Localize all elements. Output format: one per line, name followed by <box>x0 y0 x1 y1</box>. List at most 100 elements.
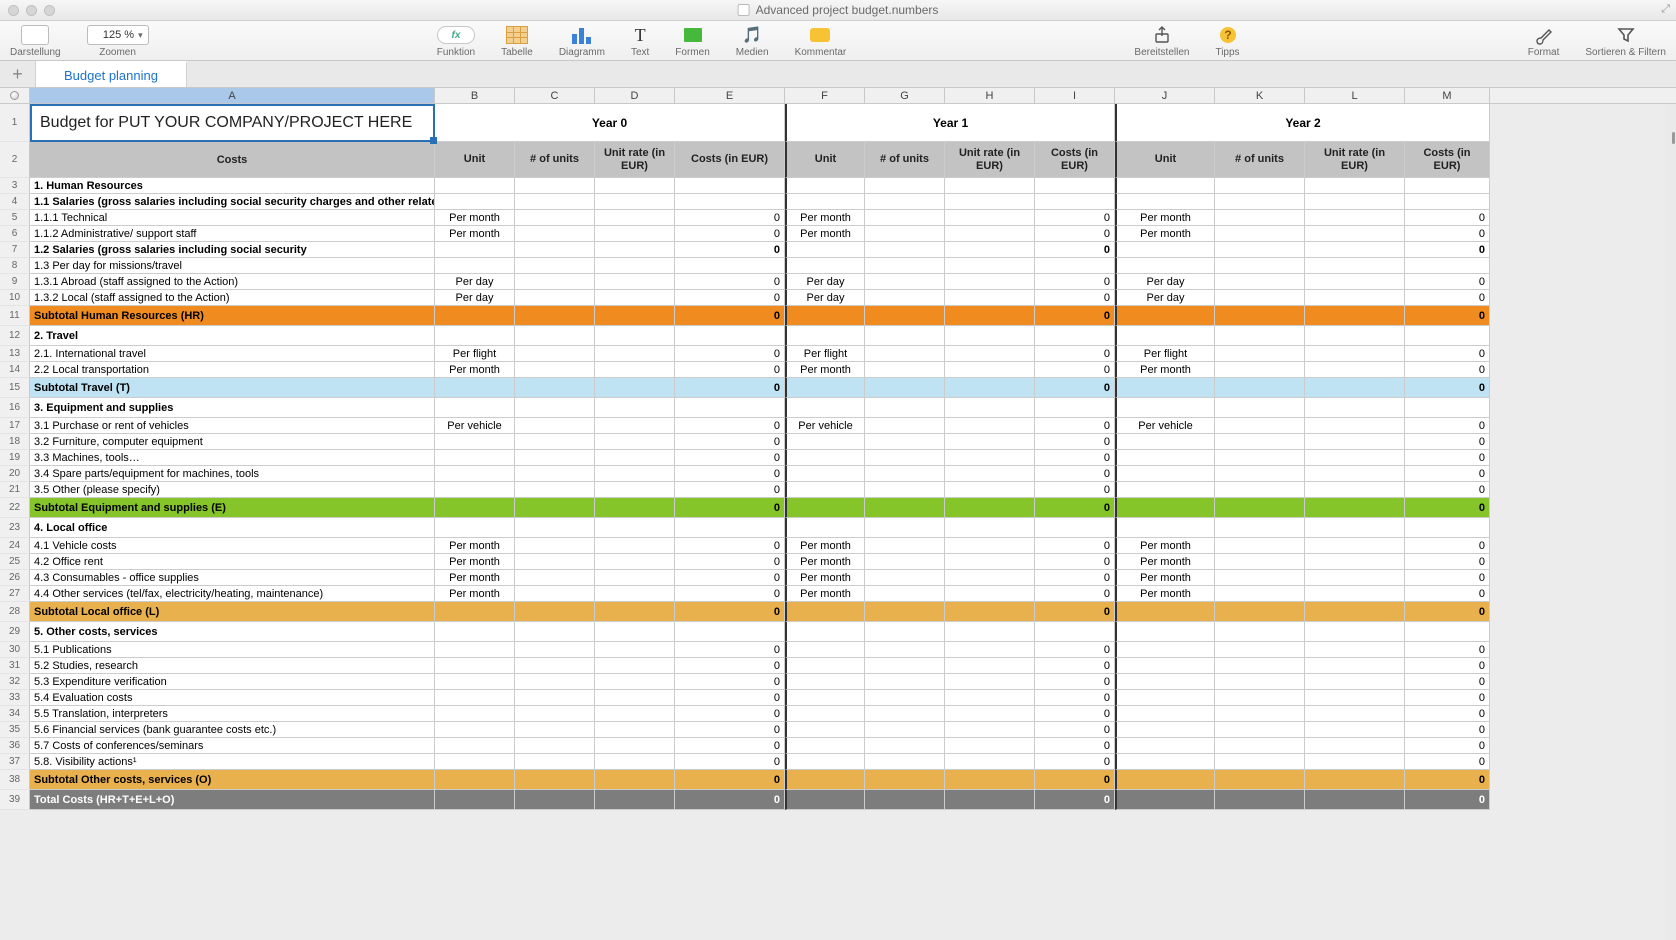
cell[interactable] <box>945 194 1035 210</box>
cell[interactable]: 0 <box>675 538 785 554</box>
cell[interactable] <box>1115 754 1215 770</box>
cell[interactable]: 0 <box>1035 210 1115 226</box>
cell[interactable] <box>1115 518 1215 538</box>
cell[interactable] <box>785 690 865 706</box>
cell[interactable] <box>1115 306 1215 326</box>
cell[interactable]: Per day <box>1115 290 1215 306</box>
row-header[interactable]: 5 <box>0 210 30 226</box>
cell[interactable]: 0 <box>1405 770 1490 790</box>
cell[interactable] <box>1115 258 1215 274</box>
cell[interactable]: 0 <box>1035 602 1115 622</box>
cell[interactable] <box>1215 482 1305 498</box>
cell[interactable] <box>595 346 675 362</box>
cell[interactable] <box>595 498 675 518</box>
row-header[interactable]: 34 <box>0 706 30 722</box>
cell[interactable] <box>785 378 865 398</box>
cell[interactable] <box>865 290 945 306</box>
cell[interactable]: 0 <box>675 790 785 810</box>
cell[interactable] <box>1115 450 1215 466</box>
cell[interactable] <box>1305 194 1405 210</box>
row-header[interactable]: 23 <box>0 518 30 538</box>
sort-filter-button[interactable]: Sortieren & Filtern <box>1585 24 1666 58</box>
cell[interactable] <box>595 690 675 706</box>
cell[interactable]: 0 <box>675 754 785 770</box>
cell[interactable] <box>945 242 1035 258</box>
cell[interactable] <box>1115 642 1215 658</box>
cell[interactable]: 0 <box>1035 554 1115 570</box>
cell[interactable]: 0 <box>1405 418 1490 434</box>
cell[interactable]: Per vehicle <box>435 418 515 434</box>
cell[interactable] <box>595 622 675 642</box>
cell[interactable]: 0 <box>675 570 785 586</box>
row-header[interactable]: 19 <box>0 450 30 466</box>
cell[interactable]: Total Costs (HR+T+E+L+O) <box>30 790 435 810</box>
cell[interactable] <box>865 306 945 326</box>
cell[interactable] <box>945 306 1035 326</box>
cell[interactable]: Per month <box>785 586 865 602</box>
cell[interactable] <box>865 326 945 346</box>
cell[interactable]: Per month <box>785 538 865 554</box>
scroll-handle-icon[interactable] <box>1672 132 1675 144</box>
cell[interactable] <box>435 690 515 706</box>
cell[interactable] <box>515 398 595 418</box>
cell[interactable] <box>945 434 1035 450</box>
cell[interactable] <box>595 738 675 754</box>
zoom-window-icon[interactable] <box>44 5 55 16</box>
row-header[interactable]: 33 <box>0 690 30 706</box>
row-header[interactable]: 27 <box>0 586 30 602</box>
cell[interactable] <box>595 658 675 674</box>
cell[interactable] <box>865 570 945 586</box>
cell[interactable]: 0 <box>1035 434 1115 450</box>
cell[interactable] <box>435 242 515 258</box>
cell[interactable]: 0 <box>675 770 785 790</box>
cell[interactable] <box>1215 242 1305 258</box>
cell[interactable] <box>515 570 595 586</box>
cell[interactable]: 0 <box>1405 226 1490 242</box>
cell[interactable] <box>675 622 785 642</box>
cell[interactable]: Per month <box>785 362 865 378</box>
column-header-I[interactable]: I <box>1035 88 1115 103</box>
cell[interactable] <box>515 242 595 258</box>
cell[interactable]: 0 <box>1035 770 1115 790</box>
cell[interactable] <box>515 418 595 434</box>
cell[interactable]: 0 <box>1405 658 1490 674</box>
cell[interactable] <box>515 586 595 602</box>
cell[interactable] <box>945 450 1035 466</box>
cell[interactable] <box>595 178 675 194</box>
cell[interactable]: 0 <box>675 690 785 706</box>
cell[interactable] <box>435 378 515 398</box>
cell[interactable]: Per day <box>435 274 515 290</box>
cell[interactable]: 0 <box>1405 722 1490 738</box>
cell[interactable] <box>945 722 1035 738</box>
cell[interactable]: 2.1. International travel <box>30 346 435 362</box>
cell[interactable]: Costs <box>30 142 435 178</box>
cell[interactable] <box>435 482 515 498</box>
cell[interactable]: Per flight <box>785 346 865 362</box>
cell[interactable] <box>515 274 595 290</box>
cell[interactable] <box>595 418 675 434</box>
sheet-tab-active[interactable]: Budget planning <box>36 61 187 87</box>
cell[interactable]: 0 <box>1035 362 1115 378</box>
cell[interactable] <box>1215 586 1305 602</box>
cell[interactable]: # of units <box>865 142 945 178</box>
cell[interactable]: 3.3 Machines, tools… <box>30 450 435 466</box>
cell[interactable]: 3.4 Spare parts/equipment for machines, … <box>30 466 435 482</box>
cell[interactable] <box>1305 754 1405 770</box>
cell[interactable] <box>865 398 945 418</box>
cell[interactable]: 0 <box>1035 450 1115 466</box>
cell[interactable] <box>945 754 1035 770</box>
cell[interactable] <box>785 642 865 658</box>
cell[interactable] <box>1215 418 1305 434</box>
cell[interactable] <box>1115 194 1215 210</box>
cell[interactable]: 5.4 Evaluation costs <box>30 690 435 706</box>
cell[interactable] <box>1215 538 1305 554</box>
cell[interactable] <box>865 790 945 810</box>
cell[interactable] <box>435 434 515 450</box>
cell[interactable] <box>945 642 1035 658</box>
cell[interactable] <box>595 194 675 210</box>
cell[interactable] <box>1305 642 1405 658</box>
cell[interactable]: 0 <box>675 482 785 498</box>
cell[interactable] <box>595 770 675 790</box>
cell[interactable]: Year 2 <box>1115 104 1490 142</box>
cell[interactable]: 5.8. Visibility actions¹ <box>30 754 435 770</box>
